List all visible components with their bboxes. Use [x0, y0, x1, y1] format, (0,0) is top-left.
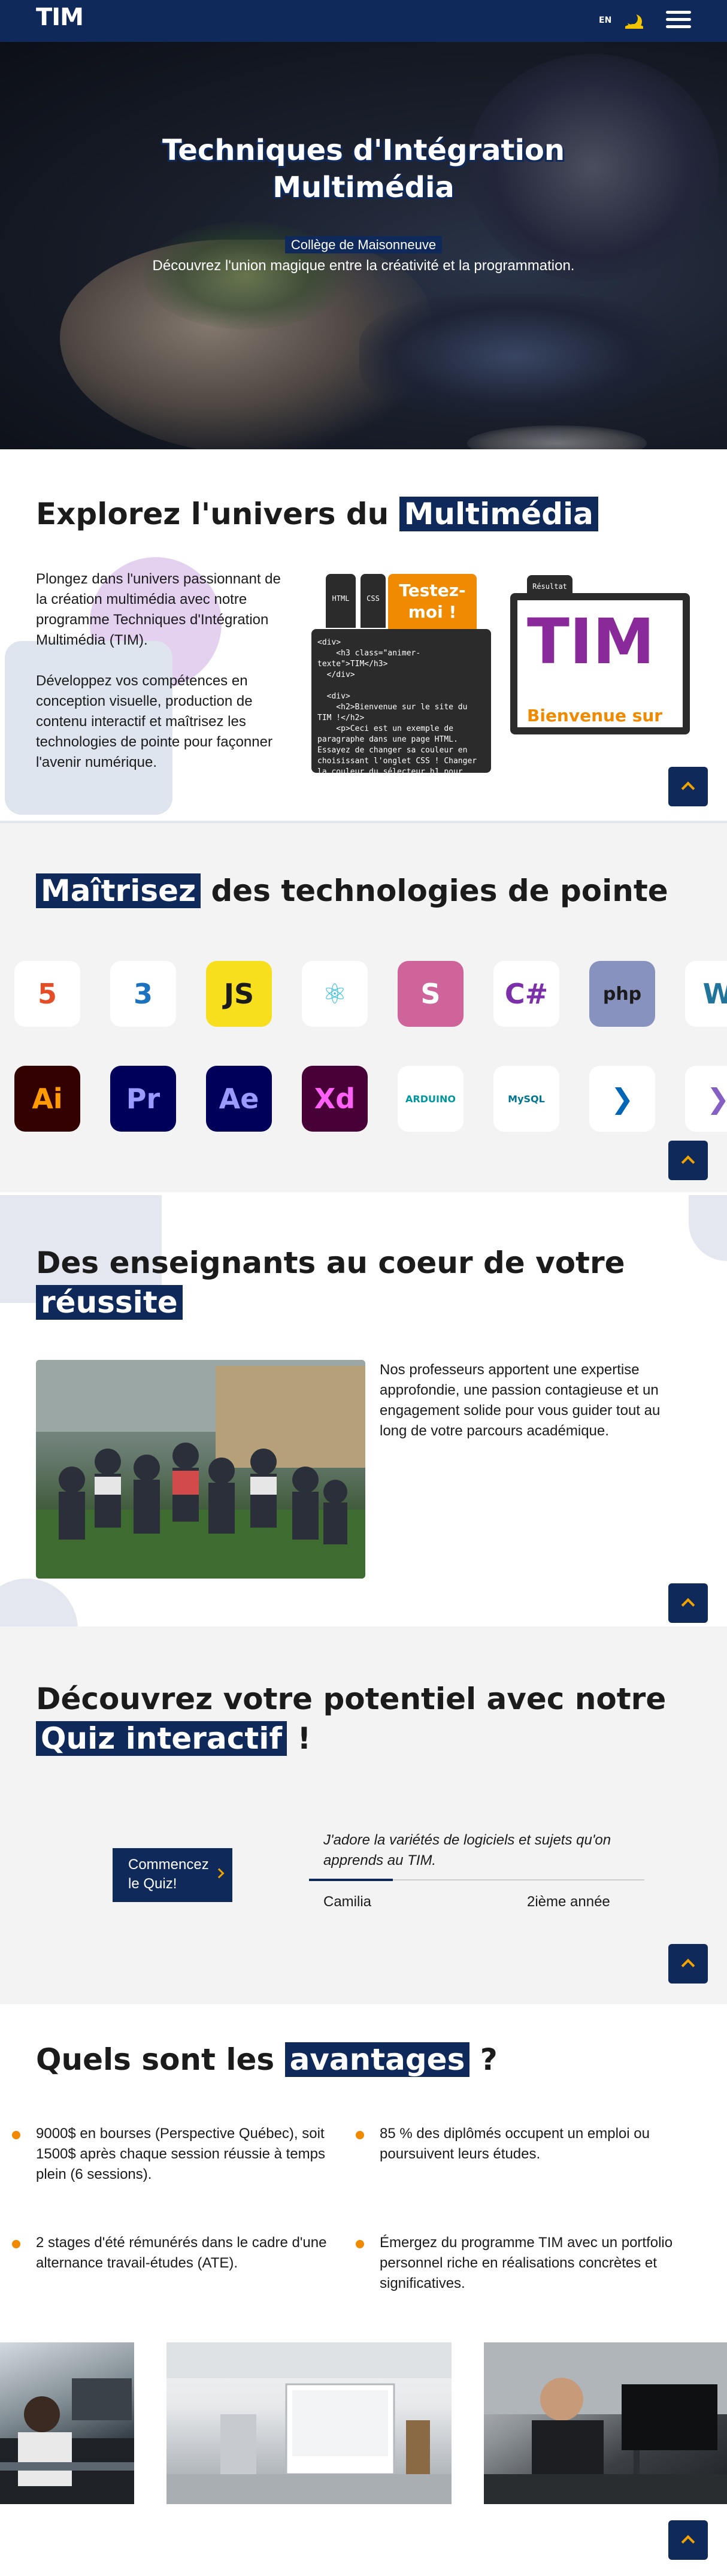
code-editor[interactable]: <div> <h3 class="animer- texte">TIM</h3>… — [311, 629, 491, 773]
xd-icon: Xd — [302, 1066, 368, 1132]
tech-row: 5 3 JS ⚛ S C# php W — [0, 961, 727, 1033]
logo[interactable]: TIM — [36, 4, 84, 31]
mysql-icon: MySQL — [493, 1066, 559, 1132]
section-title: Découvrez votre potentiel avec notre Qui… — [36, 1682, 667, 1756]
studio-photo — [166, 2342, 452, 2504]
arduino-icon: ARDUINO — [398, 1066, 464, 1132]
section-title: Quels sont les avantages ? — [36, 2042, 498, 2077]
hamburger-menu-icon[interactable] — [666, 11, 691, 31]
csharp-icon: C# — [493, 961, 559, 1027]
advantage-item: 9000$ en bourses (Perspective Québec), s… — [12, 2124, 335, 2185]
student-computer-photo — [484, 2342, 727, 2504]
scroll-top-button[interactable] — [668, 1944, 708, 1984]
react-icon: ⚛ — [302, 961, 368, 1027]
result-title: TIM — [527, 605, 655, 678]
hero-subtitle: Découvrez l'union magique entre la créat… — [152, 258, 575, 274]
bullet-icon — [12, 2240, 20, 2248]
testimonial-name: Camilia — [323, 1894, 372, 1910]
bullet-icon — [356, 2240, 364, 2248]
vscode-icon: ❯ — [589, 1066, 655, 1132]
bullet-icon — [12, 2131, 20, 2139]
scroll-top-button[interactable] — [668, 2520, 708, 2560]
scroll-top-button[interactable] — [668, 767, 708, 806]
advantages-section: Quels sont les avantages ? 9000$ en bour… — [0, 2004, 727, 2576]
advantage-item: Émergez du programme TIM avec un portfol… — [356, 2233, 679, 2294]
sass-icon: S — [398, 961, 464, 1027]
testimonial-quote: J'adore la variétés de logiciels et suje… — [323, 1832, 611, 1868]
language-toggle[interactable]: EN — [599, 16, 611, 25]
hero-photo-shape — [359, 294, 671, 419]
site-header: TIM EN — [0, 0, 727, 42]
illustrator-icon: Ai — [14, 1066, 80, 1132]
chevron-up-icon — [681, 1958, 695, 1973]
scroll-top-button[interactable] — [668, 1141, 708, 1180]
wordpress-icon: W — [685, 961, 727, 1027]
testimonial-year: 2ième année — [527, 1894, 610, 1910]
chevron-up-icon — [681, 781, 695, 796]
javascript-icon: JS — [206, 961, 272, 1027]
chevron-up-icon — [681, 1598, 695, 1612]
teachers-text: Nos professeurs apportent une expertise … — [380, 1362, 661, 1439]
premiere-icon: Pr — [110, 1066, 176, 1132]
start-quiz-button[interactable]: Commencez le Quiz! — [113, 1848, 232, 1902]
after-effects-icon: Ae — [206, 1066, 272, 1132]
section-title: Des enseignants au coeur de votre réussi… — [36, 1245, 625, 1320]
hero-title: Techniques d'Intégration Multimédia — [162, 134, 565, 204]
technologies-section: Maîtrisez des technologies de pointe 53J… — [0, 821, 727, 1192]
section-title: Maîtrisez des technologies de pointe — [36, 871, 668, 911]
scroll-top-button[interactable] — [668, 1583, 708, 1623]
hero-banner: Techniques d'Intégration Multimédia Coll… — [0, 42, 727, 449]
chevron-up-icon — [681, 2535, 695, 2549]
explore-section: Explorez l'univers du Multimédia Plongez… — [0, 449, 727, 821]
advantage-item: 85 % des diplômés occupent un emploi ou … — [356, 2124, 679, 2164]
explore-text: Plongez dans l'univers passionnant de la… — [36, 571, 281, 770]
quiz-section: Découvrez votre potentiel avec notre Qui… — [0, 1626, 727, 2004]
php-icon: php — [589, 961, 655, 1027]
decor-blob — [689, 1195, 727, 1261]
result-preview: TIM Bienvenue sur — [510, 593, 690, 734]
bullet-icon — [356, 2131, 364, 2139]
section-title: Explorez l'univers du Multimédia — [36, 494, 598, 534]
result-welcome: Bienvenue sur — [527, 706, 663, 725]
tab-css[interactable]: CSS — [361, 574, 386, 628]
teachers-section: Des enseignants au coeur de votre réussi… — [0, 1195, 727, 1680]
teachers-photo — [36, 1360, 365, 1579]
html5-icon: 5 — [14, 961, 80, 1027]
theme-toggle-icon[interactable] — [623, 10, 646, 32]
student-photo — [0, 2342, 134, 2504]
hero-photo-shape — [467, 425, 647, 449]
tab-html[interactable]: HTML — [326, 574, 356, 628]
hero-college: Collège de Maisonneuve — [0, 236, 727, 253]
testimonial-indicator[interactable] — [309, 1879, 393, 1881]
advantage-item: 2 stages d'été rémunérés dans le cadre d… — [12, 2233, 335, 2273]
tech-row: Ai Pr Ae Xd ARDUINO MySQL ❯ ❯ — [0, 1066, 727, 1138]
chevron-up-icon — [681, 1155, 695, 1169]
css3-icon: 3 — [110, 961, 176, 1027]
try-me-button[interactable]: Testez-moi ! — [388, 574, 477, 629]
visual-studio-icon: ❯ — [685, 1066, 727, 1132]
